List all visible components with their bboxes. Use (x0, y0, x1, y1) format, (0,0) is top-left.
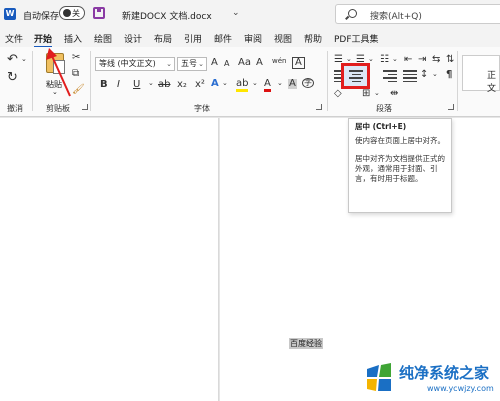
arrow-head (46, 48, 57, 60)
watermark-logo-icon (367, 363, 391, 391)
arrow-shaft (51, 55, 71, 97)
watermark-brand: 纯净系统之家 (399, 364, 490, 382)
annotation-arrow (46, 48, 71, 97)
watermark-url: www.ycwjzy.com (427, 384, 494, 393)
site-watermark: 纯净系统之家 www.ycwjzy.com (363, 356, 500, 401)
